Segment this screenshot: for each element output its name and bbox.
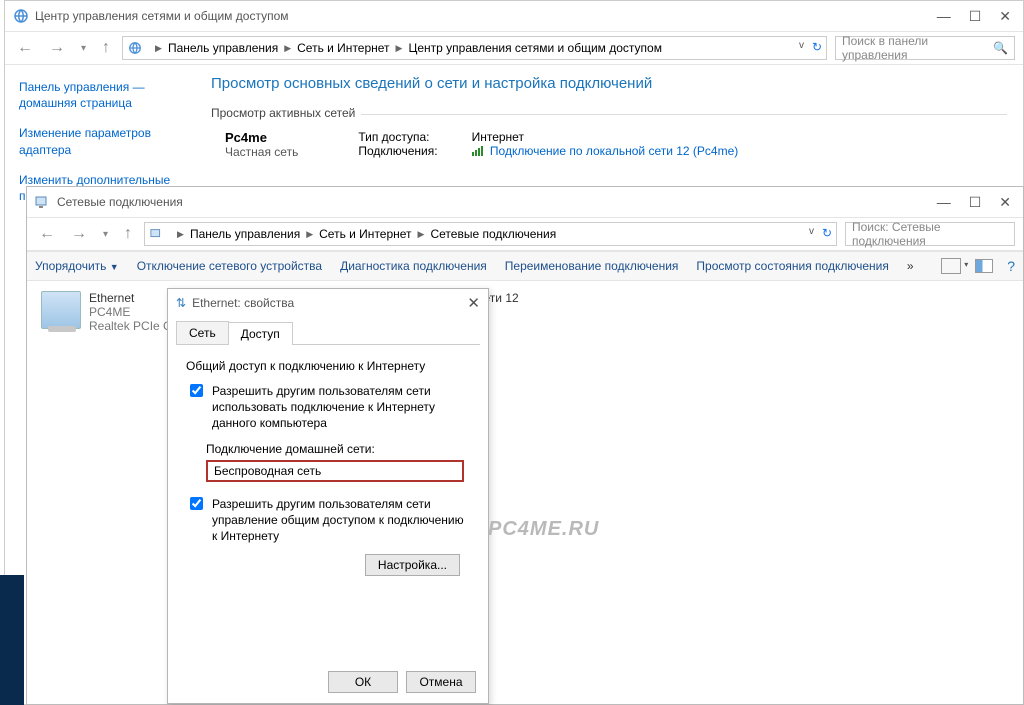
forward-button[interactable]: → [67, 223, 91, 245]
breadcrumb-seg-0[interactable]: Панель управления [168, 41, 278, 55]
breadcrumb-seg-1[interactable]: Сеть и Интернет [297, 41, 389, 55]
tab-strip: Сеть Доступ [176, 321, 480, 345]
ethernet-adapter-icon [41, 291, 81, 329]
connections-label: Подключения: [358, 144, 437, 158]
side-link-adapter[interactable]: Изменение параметров адаптера [19, 125, 181, 157]
allow-control-checkbox[interactable] [190, 497, 203, 510]
chevron-right-icon: ▶ [284, 43, 291, 54]
status-button[interactable]: Просмотр состояния подключения [696, 259, 888, 273]
chevron-right-icon: ▶ [177, 229, 184, 240]
settings-button[interactable]: Настройка... [365, 554, 460, 576]
side-link-home[interactable]: Панель управления — домашняя страница [19, 79, 181, 111]
dialog-close-button[interactable]: ✕ [467, 294, 480, 312]
maximize-button[interactable]: ☐ [969, 8, 982, 25]
section-title: Общий доступ к подключению к Интернету [186, 359, 470, 373]
close-button[interactable]: ✕ [999, 194, 1011, 211]
breadcrumb-icon [149, 226, 165, 242]
minimize-button[interactable]: — [937, 8, 951, 25]
tab-network[interactable]: Сеть [176, 321, 229, 344]
maximize-button[interactable]: ☐ [969, 194, 982, 211]
window-title: Центр управления сетями и общим доступом [35, 9, 937, 23]
home-network-combo[interactable]: Беспроводная сеть [206, 460, 464, 482]
watermark: PC4ME.RU [488, 518, 599, 541]
chevron-right-icon: ▶ [396, 43, 403, 54]
inner-nav-bar: ← → ▾ ↑ ▶ Панель управления ▶ Сеть и Инт… [27, 217, 1023, 251]
active-network-row: Pc4me Частная сеть Тип доступа: Подключе… [225, 130, 1007, 159]
ethernet-properties-dialog: ⇅ Ethernet: свойства ✕ Сеть Доступ Общий… [167, 288, 489, 704]
dialog-footer: ОК Отмена [168, 669, 488, 703]
sharing-tab-panel: Общий доступ к подключению к Интернету Р… [168, 345, 488, 590]
ok-button[interactable]: ОК [328, 671, 398, 693]
dialog-titlebar: ⇅ Ethernet: свойства ✕ [168, 289, 488, 317]
connection-link[interactable]: Подключение по локальной сети 12 (Pc4me) [490, 144, 738, 158]
chevron-right-icon: ▶ [306, 229, 313, 240]
refresh-button[interactable]: ↻ [812, 40, 822, 54]
minimize-button[interactable]: — [937, 194, 951, 211]
search-placeholder: Поиск: Сетевые подключения [852, 220, 1008, 248]
access-type-label: Тип доступа: [358, 130, 437, 144]
titlebar: Центр управления сетями и общим доступом… [5, 1, 1023, 31]
network-name: Pc4me [225, 130, 298, 145]
breadcrumb-seg-2[interactable]: Сетевые подключения [430, 227, 556, 241]
view-options-button[interactable] [941, 258, 961, 274]
network-connections-icon [35, 194, 51, 210]
dialog-title: Ethernet: свойства [192, 296, 294, 310]
breadcrumb-icon [127, 40, 143, 56]
diagnose-button[interactable]: Диагностика подключения [340, 259, 487, 273]
chevron-right-icon: ▶ [418, 229, 425, 240]
breadcrumb-seg-2[interactable]: Центр управления сетями и общим доступом [408, 41, 662, 55]
window-controls: — ☐ ✕ [937, 8, 1015, 25]
path-dropdown[interactable]: v [809, 226, 814, 237]
taskbar-fragment [0, 575, 24, 705]
more-commands-button[interactable]: » [907, 259, 914, 273]
cancel-button[interactable]: Отмена [406, 671, 476, 693]
home-network-label: Подключение домашней сети: [206, 442, 470, 456]
signal-icon [472, 145, 484, 159]
inner-window-title: Сетевые подключения [57, 195, 937, 209]
help-button[interactable]: ? [1007, 258, 1015, 274]
history-dropdown[interactable]: ▾ [77, 41, 90, 56]
close-button[interactable]: ✕ [999, 8, 1011, 25]
network-center-icon [13, 8, 29, 24]
organize-menu[interactable]: Упорядочить ▼ [35, 259, 119, 273]
allow-control-label: Разрешить другим пользователям сети упра… [212, 496, 470, 545]
up-button[interactable]: ↑ [98, 37, 114, 59]
forward-button[interactable]: → [45, 37, 69, 59]
breadcrumb-seg-0[interactable]: Панель управления [190, 227, 300, 241]
inner-search-input[interactable]: Поиск: Сетевые подключения [845, 222, 1015, 246]
allow-sharing-checkbox[interactable] [190, 384, 203, 397]
breadcrumb-seg-1[interactable]: Сеть и Интернет [319, 227, 411, 241]
chevron-down-icon: ▼ [110, 262, 119, 272]
inner-breadcrumb-bar[interactable]: ▶ Панель управления ▶ Сеть и Интернет ▶ … [144, 222, 837, 246]
search-placeholder: Поиск в панели управления [842, 34, 993, 62]
up-button[interactable]: ↑ [120, 223, 136, 245]
allow-sharing-label: Разрешить другим пользователям сети испо… [212, 383, 470, 432]
preview-pane-button[interactable] [975, 259, 993, 273]
path-dropdown[interactable]: v [799, 40, 804, 51]
group-label: Просмотр активных сетей [211, 106, 1007, 120]
command-bar: Упорядочить ▼ Отключение сетевого устрой… [27, 251, 1023, 281]
chevron-right-icon: ▶ [155, 43, 162, 54]
access-type-value: Интернет [472, 130, 739, 144]
page-heading: Просмотр основных сведений о сети и наст… [211, 75, 1007, 92]
search-input[interactable]: Поиск в панели управления 🔍 [835, 36, 1015, 60]
inner-window-controls: — ☐ ✕ [937, 194, 1015, 211]
disable-device-button[interactable]: Отключение сетевого устройства [137, 259, 322, 273]
rename-button[interactable]: Переименование подключения [505, 259, 679, 273]
back-button[interactable]: ← [35, 223, 59, 245]
search-icon: 🔍 [993, 41, 1008, 55]
combo-value: Беспроводная сеть [214, 464, 321, 478]
refresh-button[interactable]: ↻ [822, 226, 832, 240]
ethernet-icon: ⇅ [176, 296, 186, 310]
back-button[interactable]: ← [13, 37, 37, 59]
network-type: Частная сеть [225, 145, 298, 159]
history-dropdown[interactable]: ▾ [99, 227, 112, 242]
nav-bar: ← → ▾ ↑ ▶ Панель управления ▶ Сеть и Инт… [5, 31, 1023, 65]
inner-titlebar: Сетевые подключения — ☐ ✕ [27, 187, 1023, 217]
breadcrumb-bar[interactable]: ▶ Панель управления ▶ Сеть и Интернет ▶ … [122, 36, 827, 60]
tab-access[interactable]: Доступ [228, 322, 293, 345]
